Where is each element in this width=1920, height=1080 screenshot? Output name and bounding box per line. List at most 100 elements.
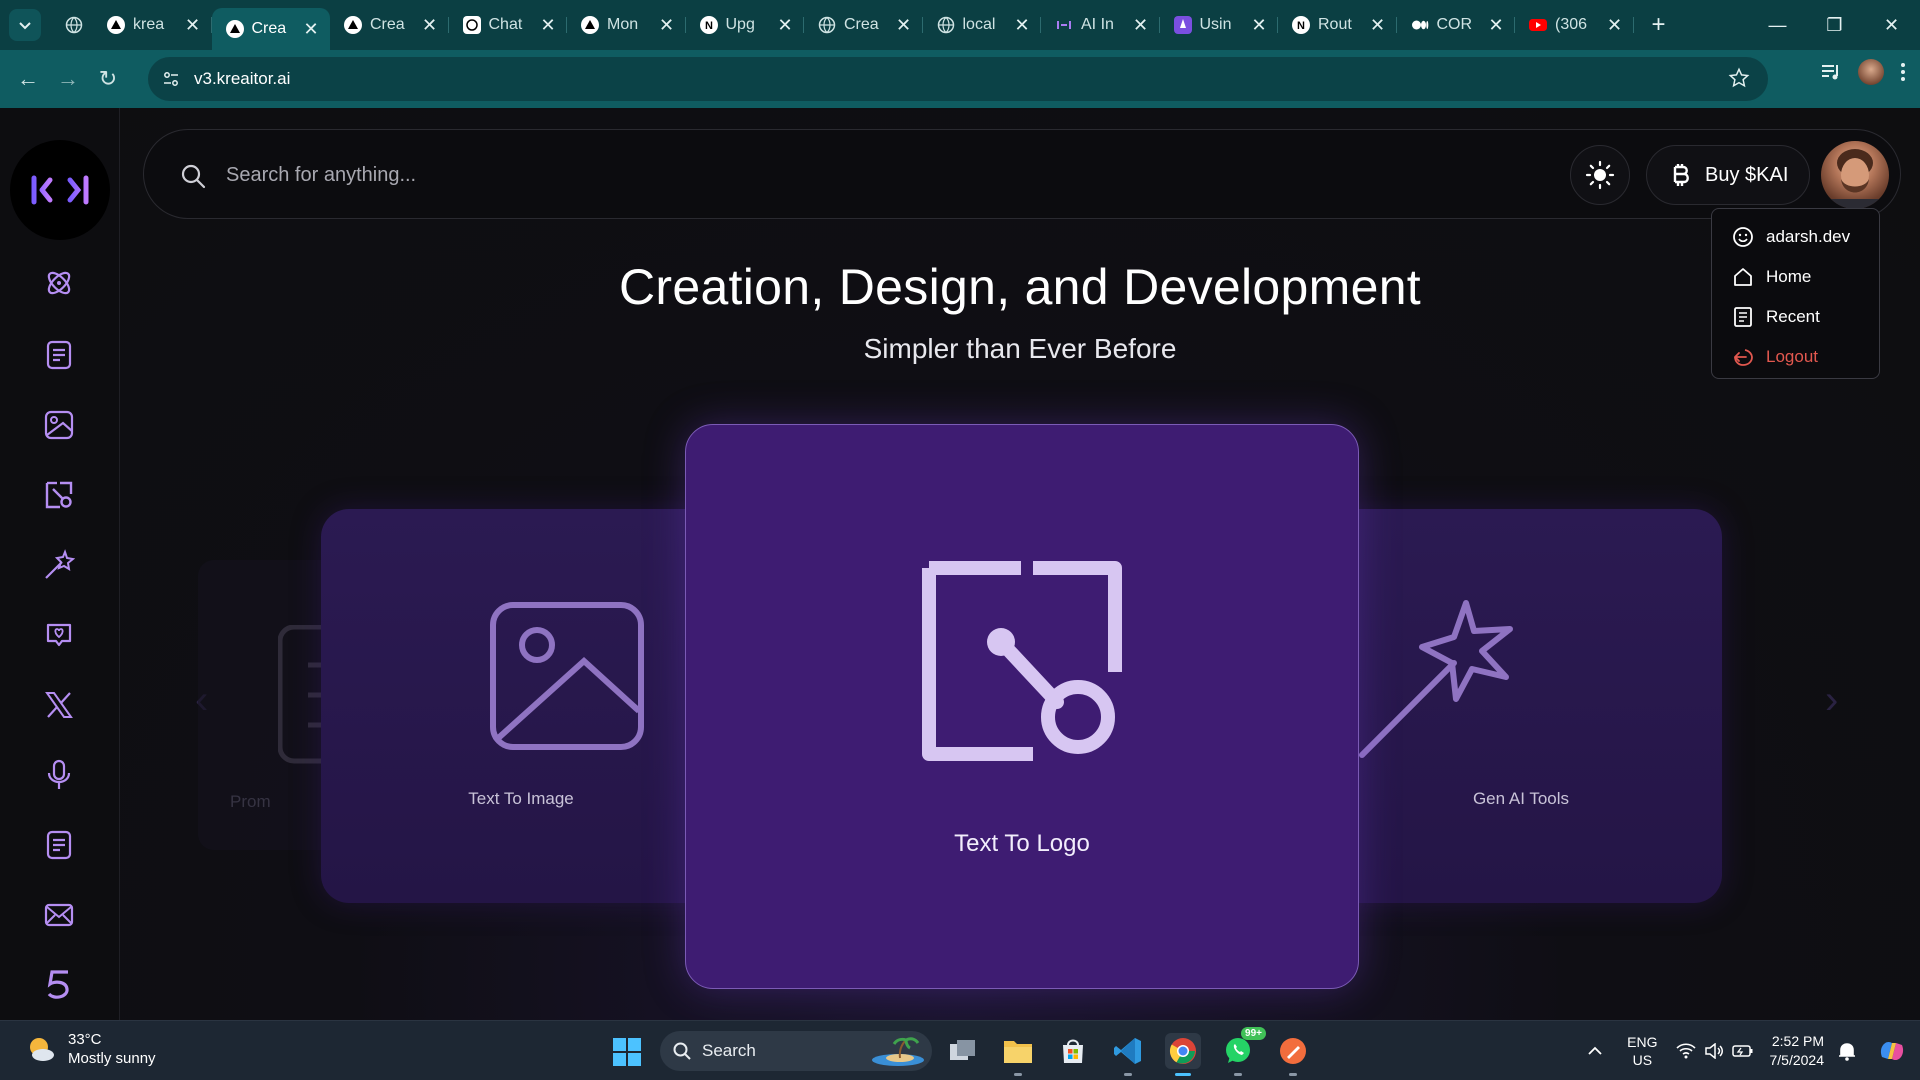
carousel-card-gen-ai-tools[interactable]: Gen AI Tools	[1320, 509, 1722, 903]
tab-usin[interactable]: Usin ✕	[1160, 0, 1279, 50]
wifi-icon[interactable]	[1675, 1043, 1696, 1059]
url-bar[interactable]: v3.kreaitor.ai	[148, 57, 1768, 101]
tab-chat[interactable]: Chat ✕	[449, 0, 568, 50]
media-control-icon[interactable]	[1820, 61, 1842, 83]
tab-upg[interactable]: N Upg ✕	[686, 0, 805, 50]
windows-start-icon[interactable]	[612, 1037, 642, 1067]
tab-close-icon[interactable]: ✕	[1132, 15, 1150, 36]
ms-store-icon[interactable]	[1055, 1033, 1091, 1069]
new-tab-button[interactable]: +	[1644, 11, 1674, 39]
sidebar-x-icon[interactable]	[42, 688, 76, 722]
rocket-icon	[1173, 16, 1192, 34]
user-avatar-button[interactable]	[1821, 141, 1889, 209]
carousel-card-text-to-logo[interactable]: Text To Logo	[685, 424, 1359, 989]
kreaitor-page: Buy $KAI Creation, Design, and Developme…	[0, 108, 1920, 1020]
menu-item-home[interactable]: Home	[1712, 257, 1879, 297]
weather-widget[interactable]: 33°C Mostly sunny	[26, 1030, 156, 1068]
document-icon	[1732, 306, 1754, 328]
hero-title: Creation, Design, and Development	[618, 259, 1421, 315]
tab-active[interactable]: Crea ✕	[211, 8, 330, 50]
task-view-icon[interactable]	[945, 1033, 981, 1069]
tab-close-icon[interactable]: ✕	[302, 19, 320, 40]
tab-crea-2[interactable]: Crea ✕	[804, 0, 923, 50]
tab-close-icon[interactable]: ✕	[776, 15, 794, 36]
sun-icon	[1585, 160, 1615, 190]
card-label-text-to-logo: Text To Logo	[954, 830, 1090, 857]
clock[interactable]: 2:52 PM 7/5/2024	[1770, 1032, 1825, 1070]
profile-avatar-small[interactable]	[1858, 59, 1884, 85]
sidebar-mail-icon[interactable]	[42, 898, 76, 932]
tab-crea[interactable]: Crea ✕	[330, 0, 449, 50]
chrome-icon[interactable]	[1165, 1033, 1201, 1076]
search-input[interactable]	[226, 156, 826, 194]
globe-icon	[65, 16, 83, 34]
sidebar-image-icon[interactable]	[42, 408, 76, 442]
kreaitor-icon	[1057, 21, 1071, 29]
copilot-icon[interactable]	[1876, 1035, 1908, 1067]
theme-toggle-button[interactable]	[1570, 145, 1630, 205]
sidebar-notes-icon[interactable]	[42, 828, 76, 862]
tab-close-icon[interactable]: ✕	[1487, 15, 1505, 36]
bookmark-star-icon[interactable]	[1728, 67, 1750, 89]
vscode-icon[interactable]	[1110, 1033, 1146, 1076]
tab-close-icon[interactable]: ✕	[1013, 15, 1031, 36]
volume-icon[interactable]	[1704, 1043, 1724, 1059]
close-window-icon[interactable]: ✕	[1863, 0, 1920, 50]
tab-rout[interactable]: N Rout ✕	[1278, 0, 1397, 50]
tab-cor[interactable]: COR ✕	[1397, 0, 1516, 50]
tab-close-icon[interactable]: ✕	[1606, 15, 1624, 36]
tab-close-icon[interactable]: ✕	[421, 15, 439, 36]
more-menu-icon[interactable]	[1900, 61, 1906, 83]
chevron-up-icon[interactable]	[1587, 1046, 1603, 1056]
brave-pen-icon[interactable]	[1275, 1033, 1311, 1076]
tab-search-button[interactable]	[9, 9, 41, 41]
tab-close-icon[interactable]: ✕	[895, 15, 913, 36]
kreaitor-logo[interactable]	[10, 140, 110, 240]
restore-icon[interactable]: ❐	[1806, 0, 1863, 50]
forward-arrow-icon[interactable]: →	[48, 59, 88, 99]
tab-local[interactable]: local ✕	[923, 0, 1042, 50]
carousel-card-text-to-image[interactable]: Text To Image	[321, 509, 721, 903]
file-explorer-icon[interactable]	[1000, 1033, 1036, 1076]
sidebar-logo-tool-icon[interactable]	[42, 478, 76, 512]
notion-icon: N	[699, 16, 718, 34]
battery-icon[interactable]	[1731, 1043, 1754, 1059]
youtube-icon	[1529, 19, 1547, 31]
back-arrow-icon[interactable]: ←	[8, 59, 48, 99]
taskbar-search[interactable]: Search	[660, 1031, 932, 1071]
tab-title: (306	[1555, 16, 1588, 33]
whatsapp-icon[interactable]: 99+	[1220, 1027, 1266, 1076]
sidebar-microphone-icon[interactable]	[42, 758, 76, 792]
tab-close-icon[interactable]: ✕	[658, 15, 676, 36]
buy-kai-button[interactable]: Buy $KAI	[1646, 145, 1810, 205]
buy-kai-label: Buy $KAI	[1705, 163, 1789, 186]
minimize-icon[interactable]: —	[1749, 0, 1806, 50]
menu-item-logout[interactable]: Logout	[1712, 337, 1879, 377]
sidebar-chat-heart-icon[interactable]	[42, 618, 76, 652]
tab-title: AI In	[1081, 16, 1114, 33]
tab-close-icon[interactable]: ✕	[184, 15, 202, 36]
search-icon	[180, 163, 206, 189]
tab-mon[interactable]: Mon ✕	[567, 0, 686, 50]
clock-time: 2:52 PM	[1771, 1033, 1824, 1049]
tab-close-icon[interactable]: ✕	[1369, 15, 1387, 36]
sidebar-magic-wand-icon[interactable]	[42, 548, 76, 582]
carousel-next-arrow[interactable]: ›	[1825, 678, 1838, 723]
tab-close-icon[interactable]: ✕	[539, 15, 557, 36]
menu-item-label: Home	[1766, 267, 1812, 286]
menu-item-recent[interactable]: Recent	[1712, 297, 1879, 337]
site-info-icon[interactable]	[162, 70, 180, 88]
tab-youtube[interactable]: (306 ✕	[1515, 0, 1634, 50]
language-indicator[interactable]: ENG US	[1627, 1033, 1657, 1069]
notification-bell-icon[interactable]	[1838, 1041, 1856, 1061]
kreaitor-logo-icon	[31, 175, 89, 205]
sidebar-five-icon[interactable]	[42, 968, 76, 1002]
reload-icon[interactable]: ↻	[88, 59, 128, 99]
menu-item-username[interactable]: adarsh.dev	[1712, 217, 1879, 257]
tab-close-icon[interactable]: ✕	[1250, 15, 1268, 36]
tab-krea[interactable]: krea ✕	[93, 0, 212, 50]
tab-ai-in[interactable]: AI In ✕	[1041, 0, 1160, 50]
tab-title: Upg	[725, 16, 755, 33]
card-label-gen-ai-tools: Gen AI Tools	[1472, 789, 1570, 808]
tab-pinned[interactable]	[53, 0, 93, 50]
